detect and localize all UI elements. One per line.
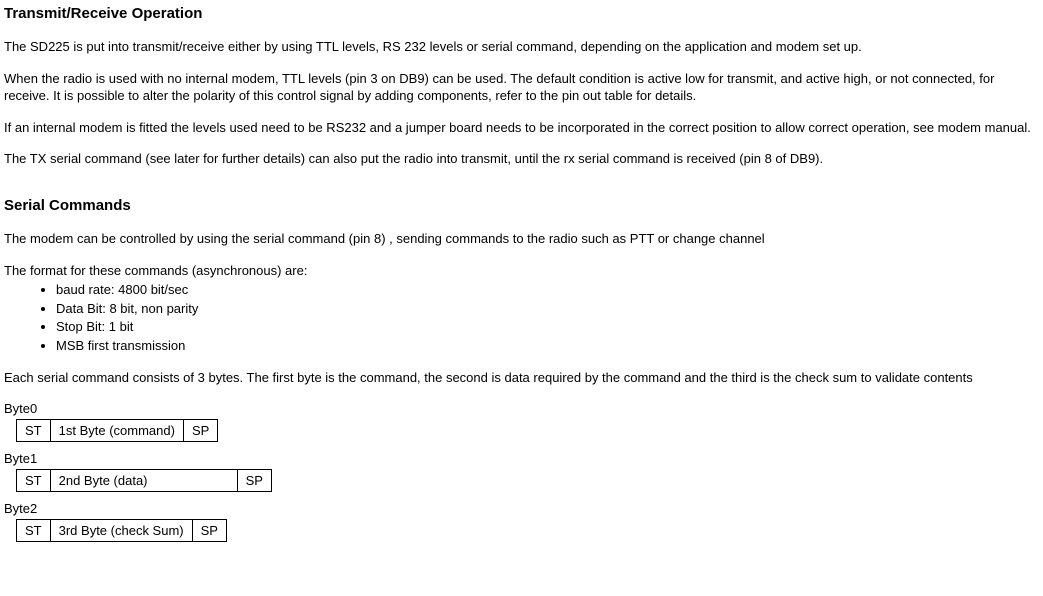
byte2-block: Byte2 ST 3rd Byte (check Sum) SP <box>4 500 1037 542</box>
paragraph: The TX serial command (see later for fur… <box>4 150 1037 168</box>
format-lead: The format for these commands (asynchron… <box>4 262 1037 280</box>
list-item: Data Bit: 8 bit, non parity <box>56 300 1037 318</box>
byte0-block: Byte0 ST 1st Byte (command) SP <box>4 400 1037 442</box>
byte-cell-sp: SP <box>192 519 226 542</box>
paragraph: The modem can be controlled by using the… <box>4 230 1037 248</box>
byte-label: Byte1 <box>4 450 1037 468</box>
paragraph: The SD225 is put into transmit/receive e… <box>4 38 1037 56</box>
byte-cell-st: ST <box>17 419 51 442</box>
byte1-table: ST 2nd Byte (data) SP <box>16 469 272 493</box>
byte-cell-sp: SP <box>183 419 217 442</box>
format-list: baud rate: 4800 bit/sec Data Bit: 8 bit,… <box>4 281 1037 354</box>
byte-cell-st: ST <box>17 519 51 542</box>
heading-transmit-receive: Transmit/Receive Operation <box>4 4 1037 24</box>
heading-serial-commands: Serial Commands <box>4 196 1037 216</box>
byte-label: Byte0 <box>4 400 1037 418</box>
byte1-block: Byte1 ST 2nd Byte (data) SP <box>4 450 1037 492</box>
list-item: Stop Bit: 1 bit <box>56 318 1037 336</box>
byte2-table: ST 3rd Byte (check Sum) SP <box>16 519 227 543</box>
byte0-table: ST 1st Byte (command) SP <box>16 419 218 443</box>
byte-cell-sp: SP <box>237 469 271 492</box>
byte-cell-st: ST <box>17 469 51 492</box>
paragraph: When the radio is used with no internal … <box>4 70 1037 105</box>
byte-cell-desc: 1st Byte (command) <box>50 419 183 442</box>
byte-label: Byte2 <box>4 500 1037 518</box>
byte-cell-desc: 3rd Byte (check Sum) <box>50 519 192 542</box>
byte-cell-desc: 2nd Byte (data) <box>50 469 237 492</box>
list-item: MSB first transmission <box>56 337 1037 355</box>
paragraph: Each serial command consists of 3 bytes.… <box>4 369 1037 387</box>
paragraph: If an internal modem is fitted the level… <box>4 119 1037 137</box>
document-page: Transmit/Receive Operation The SD225 is … <box>0 0 1043 596</box>
list-item: baud rate: 4800 bit/sec <box>56 281 1037 299</box>
